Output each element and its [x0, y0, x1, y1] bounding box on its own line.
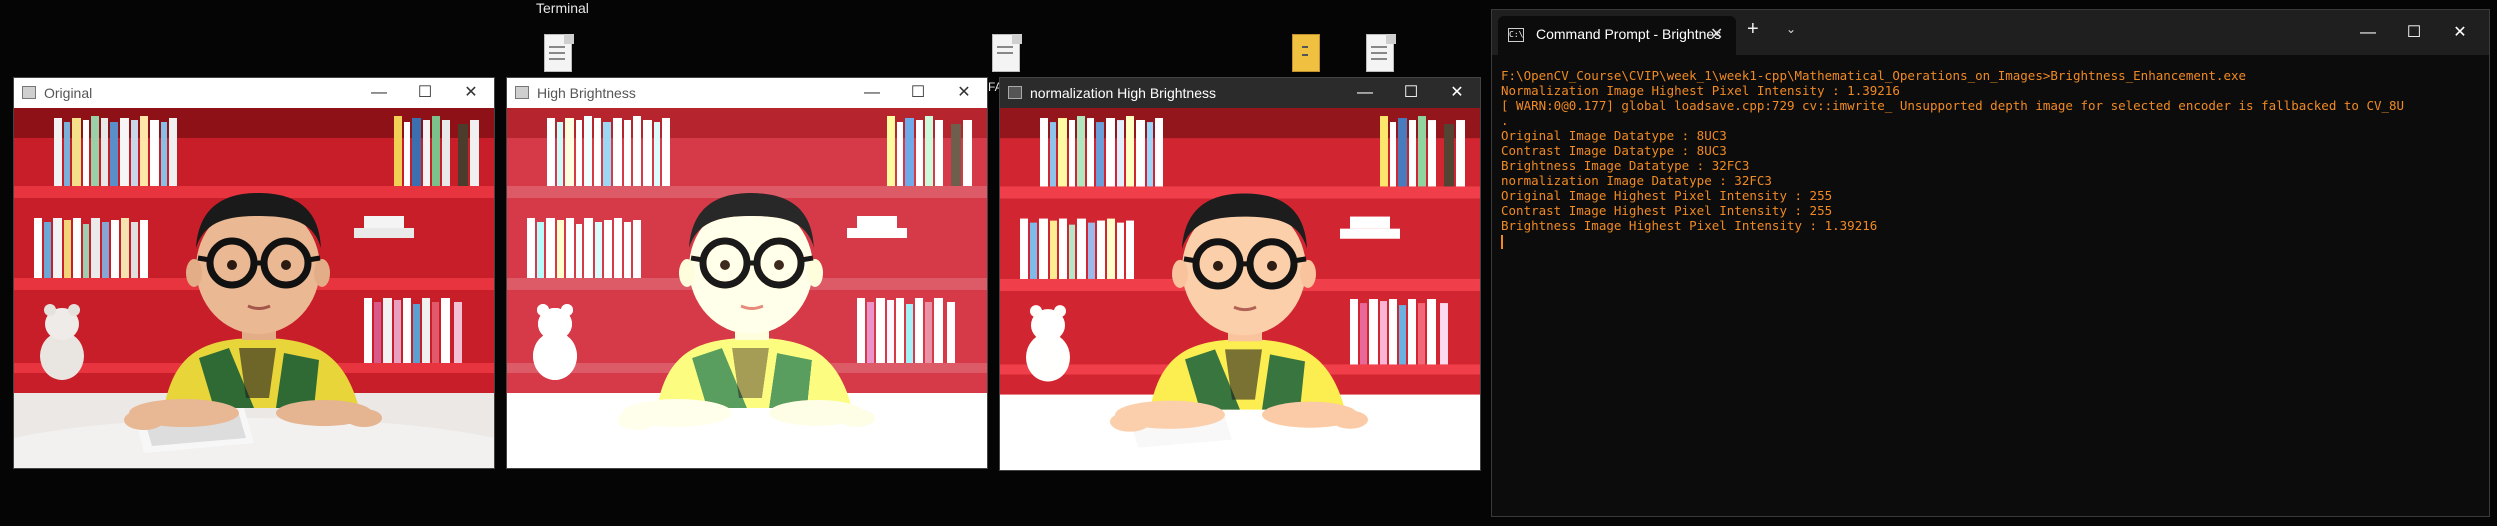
- terminal-minimize-button[interactable]: —: [2345, 10, 2391, 55]
- tab-dropdown-button[interactable]: ⌄: [1786, 22, 1796, 36]
- window-titlebar[interactable]: normalization High Brightness — ☐ ✕: [1000, 78, 1480, 108]
- window-title: High Brightness: [537, 85, 636, 101]
- terminal-line: Original Image Datatype : 8UC3: [1501, 128, 1727, 143]
- image-window-normalization-high-brightness[interactable]: normalization High Brightness — ☐ ✕: [1000, 78, 1480, 470]
- window-title: normalization High Brightness: [1030, 85, 1216, 101]
- tab-close-button[interactable]: ✕: [1710, 24, 1723, 44]
- image-window-original[interactable]: Original — ☐ ✕: [14, 78, 494, 468]
- maximize-button[interactable]: ☐: [1388, 78, 1434, 108]
- terminal-line: Contrast Image Datatype : 8UC3: [1501, 143, 1727, 158]
- window-app-icon: [1008, 86, 1022, 99]
- terminal-tab[interactable]: C:\ Command Prompt - Brightnes ✕: [1498, 16, 1736, 55]
- close-button[interactable]: ✕: [941, 78, 987, 108]
- terminal-output[interactable]: F:\OpenCV_Course\CVIP\week_1\week1-cpp\M…: [1501, 68, 2479, 506]
- terminal-tab-bar[interactable]: C:\ Command Prompt - Brightnes ✕ + ⌄ — ☐…: [1492, 10, 2489, 55]
- close-button[interactable]: ✕: [1434, 78, 1480, 108]
- cmd-icon: C:\: [1508, 28, 1524, 42]
- terminal-line: [ WARN:0@0.177] global loadsave.cpp:729 …: [1501, 98, 2405, 113]
- document-file-icon[interactable]: [992, 34, 1022, 74]
- window-app-icon: [515, 86, 529, 99]
- minimize-button[interactable]: —: [849, 78, 895, 108]
- terminal-line: Normalization Image Highest Pixel Intens…: [1501, 83, 1900, 98]
- window-titlebar[interactable]: Original — ☐ ✕: [14, 78, 494, 108]
- high-brightness-image: [507, 108, 987, 468]
- window-title: Original: [44, 85, 93, 101]
- text-cursor: [1501, 234, 1503, 249]
- terminal-line: Brightness Image Highest Pixel Intensity…: [1501, 218, 1878, 233]
- image-window-high-brightness[interactable]: High Brightness — ☐ ✕: [507, 78, 987, 468]
- terminal-line: Original Image Highest Pixel Intensity :…: [1501, 188, 1833, 203]
- new-tab-button[interactable]: +: [1747, 18, 1759, 41]
- terminal-close-button[interactable]: ✕: [2437, 10, 2483, 55]
- normalization-high-brightness-image: [1000, 108, 1480, 470]
- desktop-icon-label-terminal[interactable]: Terminal: [536, 0, 589, 16]
- terminal-line: F:\OpenCV_Course\CVIP\week_1\week1-cpp\M…: [1501, 68, 2247, 83]
- terminal-line: .: [1501, 113, 1509, 128]
- terminal-line: Brightness Image Datatype : 32FC3: [1501, 158, 1750, 173]
- terminal-maximize-button[interactable]: ☐: [2391, 10, 2437, 55]
- maximize-button[interactable]: ☐: [895, 78, 941, 108]
- close-button[interactable]: ✕: [448, 78, 494, 108]
- terminal-file-icon[interactable]: [544, 34, 574, 74]
- terminal-line: Contrast Image Highest Pixel Intensity :…: [1501, 203, 1833, 218]
- zip-file-icon[interactable]: [1292, 34, 1322, 74]
- document-file-icon-2[interactable]: [1366, 34, 1396, 74]
- window-app-icon: [22, 86, 36, 99]
- original-image: [14, 108, 494, 468]
- maximize-button[interactable]: ☐: [402, 78, 448, 108]
- terminal-tab-title: Command Prompt - Brightnes: [1536, 26, 1722, 42]
- terminal-line: normalization Image Datatype : 32FC3: [1501, 173, 1772, 188]
- minimize-button[interactable]: —: [1342, 78, 1388, 108]
- command-prompt-window[interactable]: C:\ Command Prompt - Brightnes ✕ + ⌄ — ☐…: [1492, 10, 2489, 516]
- window-titlebar[interactable]: High Brightness — ☐ ✕: [507, 78, 987, 108]
- minimize-button[interactable]: —: [356, 78, 402, 108]
